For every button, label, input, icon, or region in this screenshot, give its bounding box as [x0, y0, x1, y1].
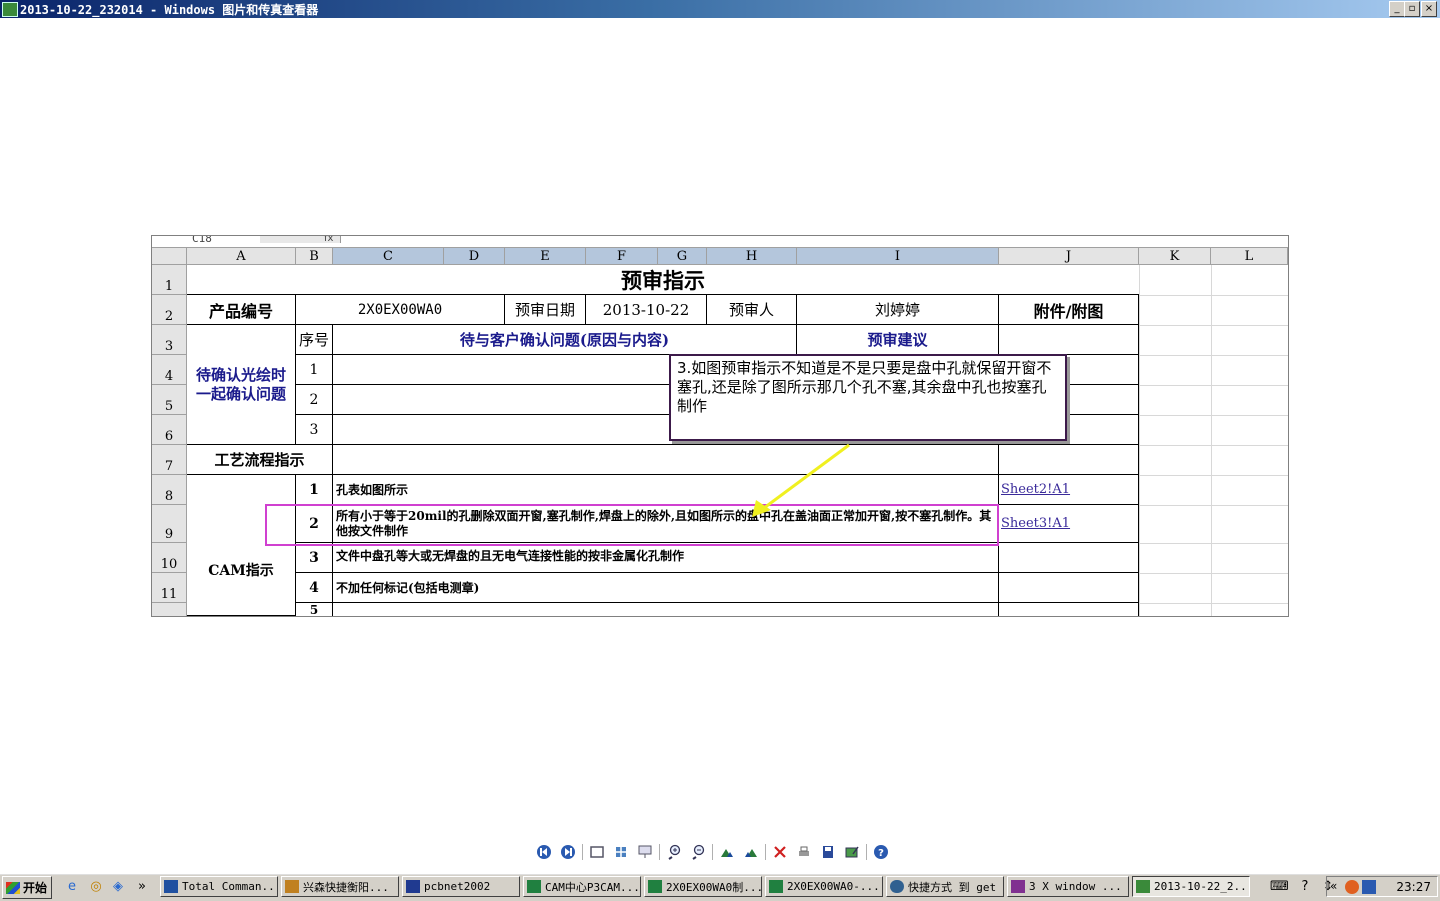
- save-icon[interactable]: [818, 843, 838, 861]
- task-image-viewer[interactable]: 2013-10-22_2...: [1132, 876, 1250, 897]
- tray-app-icon[interactable]: [1345, 880, 1359, 894]
- close-button[interactable]: ×: [1421, 1, 1437, 17]
- delete-icon[interactable]: [770, 843, 790, 861]
- rotate-clockwise-icon[interactable]: [717, 843, 737, 861]
- task-excel-2[interactable]: 2X0EX00WA0-...: [765, 876, 883, 897]
- task-total-commander[interactable]: Total Comman...: [160, 876, 278, 897]
- taskbar: 开始 e ◎ ◈ » Total Comman... 兴森快捷衡阳... pcb…: [0, 873, 1440, 901]
- previous-image-button[interactable]: [534, 843, 554, 861]
- quick-launch-clock-icon[interactable]: ◎: [88, 879, 104, 895]
- zoom-in-icon[interactable]: [664, 843, 684, 861]
- minimize-button[interactable]: _: [1389, 1, 1405, 17]
- spreadsheet-image: C18 fx A B C D E F G H I J K L 1 2 3 4 5…: [151, 235, 1289, 617]
- print-icon[interactable]: [794, 843, 814, 861]
- toolbar-separator: [659, 844, 660, 860]
- help-tray-icon[interactable]: ?: [1297, 879, 1313, 895]
- network-icon[interactable]: [1362, 880, 1376, 894]
- tray-expand-icon[interactable]: «: [1330, 879, 1337, 893]
- task-excel-1[interactable]: 2X0EX00WA0制...: [644, 876, 762, 897]
- help-icon[interactable]: ?: [871, 843, 891, 861]
- task-x-window[interactable]: 3 X window ...: [1007, 876, 1129, 897]
- clock: 23:27: [1396, 880, 1431, 894]
- windows-flag-icon: [6, 881, 20, 894]
- restore-button[interactable]: ▫: [1404, 1, 1420, 17]
- slideshow-icon[interactable]: [635, 843, 655, 861]
- best-fit-icon[interactable]: [587, 843, 607, 861]
- toolbar-separator: [765, 844, 766, 860]
- zoom-out-icon[interactable]: [688, 843, 708, 861]
- toolbar-separator: [582, 844, 583, 860]
- task-pcbnet2002[interactable]: pcbnet2002: [402, 876, 520, 897]
- task-xingsen[interactable]: 兴森快捷衡阳...: [281, 876, 399, 897]
- task-shortcut-get[interactable]: 快捷方式 到 get: [886, 876, 1004, 897]
- title-bar: 2013-10-22_232014 - Windows 图片和传真查看器 _ ▫…: [0, 0, 1440, 18]
- svg-text:?: ?: [878, 848, 884, 859]
- start-label: 开始: [23, 881, 48, 895]
- window-title: 2013-10-22_232014 - Windows 图片和传真查看器: [20, 3, 319, 17]
- keyboard-icon[interactable]: ⌨: [1270, 879, 1289, 895]
- next-image-button[interactable]: [558, 843, 578, 861]
- task-cam-center[interactable]: CAM中心P3CAM...: [523, 876, 641, 897]
- start-button[interactable]: 开始: [2, 876, 52, 899]
- toolbar-separator: [866, 844, 867, 860]
- comment-note: 3.如图预审指示不知道是不是只要是盘中孔就保留开窗不塞孔,还是除了图所示那几个孔…: [669, 354, 1067, 441]
- rotate-counterclockwise-icon[interactable]: [741, 843, 761, 861]
- image-viewer-app-icon: [2, 2, 18, 17]
- edit-image-icon[interactable]: [842, 843, 862, 861]
- quick-launch-app-icon[interactable]: ◈: [110, 879, 126, 895]
- quick-launch-more-icon[interactable]: »: [136, 879, 148, 895]
- actual-size-icon[interactable]: [611, 843, 631, 861]
- ie-browser-icon[interactable]: e: [64, 879, 80, 895]
- system-tray: « 23:27: [1326, 876, 1438, 897]
- toolbar-separator: [712, 844, 713, 860]
- viewer-toolbar: ?: [534, 842, 895, 862]
